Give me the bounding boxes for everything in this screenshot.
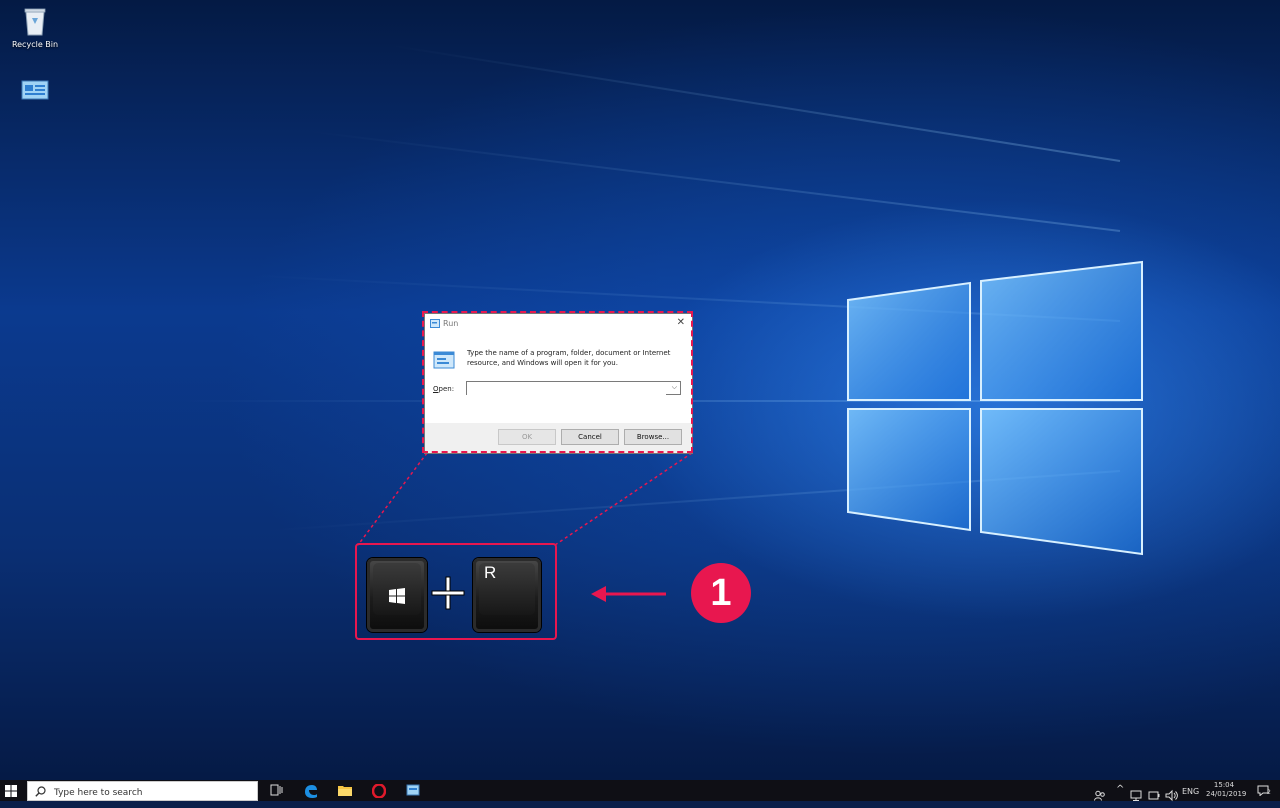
task-view-icon (270, 784, 283, 796)
start-button[interactable] (0, 780, 24, 801)
desktop: Recycle Bin Run ✕ Type the name of a pro… (0, 0, 1280, 780)
r-key-label: R (484, 563, 497, 582)
clock-date: 24/01/2019 (1206, 790, 1247, 798)
chevron-down-icon[interactable]: ⌵ (672, 383, 677, 392)
run-title-text: Run (443, 319, 459, 328)
network-icon[interactable] (1130, 785, 1142, 806)
run-title-bar[interactable]: Run ✕ (425, 314, 692, 334)
close-icon[interactable]: ✕ (677, 317, 685, 328)
recycle-bin-icon (24, 8, 46, 36)
run-icon (430, 319, 440, 328)
run-body: Type the name of a program, folder, docu… (425, 334, 692, 423)
run-icon (433, 351, 455, 369)
taskbar-clock[interactable]: 15:04 24/01/2019 (1206, 781, 1247, 799)
cancel-button[interactable]: Cancel (561, 429, 619, 445)
windows-key (367, 558, 427, 632)
desktop-icon-recycle-bin[interactable]: Recycle Bin (0, 6, 70, 49)
step-number-badge: 1 (691, 563, 751, 623)
plus-icon (431, 576, 465, 610)
clock-time: 15:04 (1213, 781, 1235, 789)
pinned-app-button[interactable] (397, 780, 429, 801)
windows-logo (847, 260, 1143, 556)
open-label-text: pen: (438, 385, 455, 393)
taskbar: Type here to search ^ ENG 15:04 24/01/20… (0, 780, 1280, 802)
app-icon (406, 784, 420, 796)
open-input[interactable] (467, 390, 666, 401)
keyboard-shortcut-callout: R (355, 543, 557, 640)
desktop-icon-control-panel[interactable] (0, 80, 70, 104)
language-indicator[interactable]: ENG (1182, 787, 1199, 808)
opera-button[interactable] (363, 780, 395, 801)
windows-logo-icon (389, 588, 405, 604)
battery-icon[interactable] (1148, 785, 1160, 806)
search-placeholder: Type here to search (54, 788, 143, 798)
file-explorer-icon (338, 786, 352, 796)
edge-icon (305, 785, 317, 798)
people-icon[interactable] (1094, 785, 1106, 806)
file-explorer-button[interactable] (329, 780, 361, 801)
open-label: Open: (433, 385, 454, 393)
volume-icon[interactable] (1165, 785, 1178, 806)
ok-button[interactable]: OK (498, 429, 556, 445)
light-beam (305, 130, 1121, 232)
windows-start-icon (5, 785, 17, 797)
run-description: Type the name of a program, folder, docu… (467, 349, 671, 367)
opera-icon (372, 784, 386, 798)
light-beam (388, 44, 1121, 162)
control-panel-icon (21, 80, 49, 100)
taskbar-search-box[interactable]: Type here to search (27, 781, 258, 801)
notification-count: 2 (1267, 789, 1271, 796)
run-footer: OK Cancel Browse... (425, 423, 692, 453)
edge-button[interactable] (295, 780, 327, 801)
run-dialog: Run ✕ Type the name of a program, folder… (425, 314, 692, 453)
desktop-icon-label: Recycle Bin (11, 40, 59, 49)
r-key: R (473, 558, 541, 632)
browse-button[interactable]: Browse... (624, 429, 682, 445)
search-icon (35, 786, 46, 797)
open-combobox[interactable]: ⌵ (466, 381, 681, 401)
task-view-button[interactable] (261, 780, 293, 801)
chevron-up-icon[interactable]: ^ (1116, 784, 1124, 805)
